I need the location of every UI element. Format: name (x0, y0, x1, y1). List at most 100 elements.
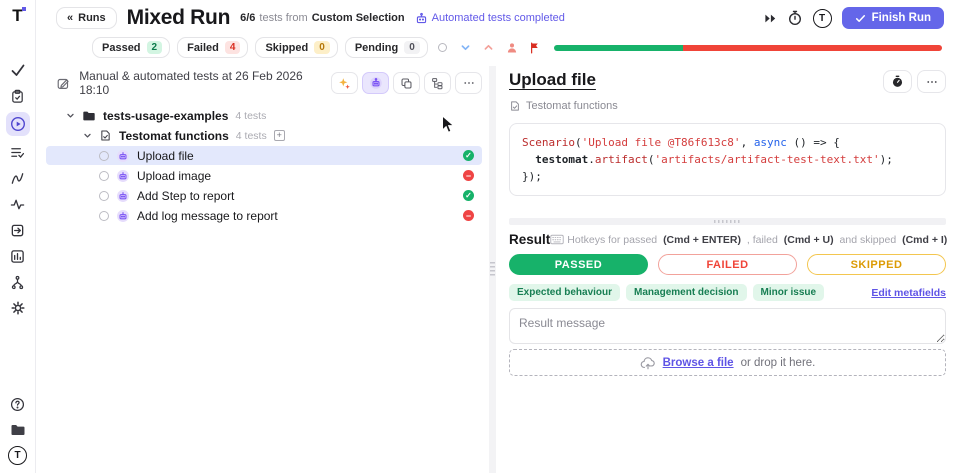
tree-folder-row[interactable]: tests-usage-examples 4 tests (46, 106, 482, 125)
test-row[interactable]: Upload image (46, 166, 482, 185)
sort-down-toggle[interactable] (458, 42, 474, 53)
tree-view-button[interactable] (424, 72, 451, 94)
sidebar-item-analytics[interactable] (6, 246, 30, 266)
breadcrumb[interactable]: Testomat functions (509, 100, 946, 112)
mark-failed-button[interactable]: FAILED (658, 254, 797, 275)
main-area: «Runs Mixed Run 6/6tests fromCustom Sele… (36, 0, 960, 473)
detail-more-button[interactable] (917, 70, 946, 93)
robot-icon (116, 149, 130, 163)
radio-icon[interactable] (99, 211, 109, 221)
result-message-input[interactable] (509, 308, 946, 344)
browse-file-link[interactable]: Browse a file (663, 357, 734, 369)
status-failed-icon (463, 210, 474, 221)
list-check-icon (10, 145, 25, 160)
filter-circle-toggle[interactable] (435, 43, 451, 52)
timer-button[interactable] (787, 10, 803, 26)
help-icon (10, 397, 25, 412)
fast-forward-button[interactable] (764, 13, 777, 24)
tree-title: Manual & automated tests at 26 Feb 2026 … (79, 69, 322, 97)
radio-icon[interactable] (99, 171, 109, 181)
filter-pending[interactable]: Pending0 (345, 37, 428, 58)
user-avatar[interactable]: T (813, 9, 832, 28)
filter-passed[interactable]: Passed 2 (92, 37, 170, 58)
circle-icon (438, 43, 447, 52)
bar-chart-icon (10, 249, 25, 264)
double-chevron-left-icon: « (67, 12, 73, 24)
sidebar-item-runs[interactable] (6, 112, 30, 136)
sparkles-icon (338, 77, 351, 90)
folder-name: tests-usage-examples (103, 109, 228, 123)
radio-icon[interactable] (99, 151, 109, 161)
profile-avatar[interactable]: T (8, 446, 27, 465)
sidebar-item-projects[interactable] (6, 420, 30, 440)
sidebar-item-tasks[interactable] (6, 142, 30, 162)
testomat-logo-icon[interactable]: T (12, 7, 22, 24)
file-check-icon (509, 100, 521, 112)
finish-run-label: Finish Run (872, 12, 931, 24)
progress-failed (683, 45, 942, 51)
flag-filter-toggle[interactable] (527, 42, 543, 54)
sidebar-item-activity[interactable] (6, 194, 30, 214)
file-dropzone[interactable]: Browse a file or drop it here. (509, 349, 946, 376)
chevron-down-icon (83, 131, 92, 140)
mark-skipped-button[interactable]: SKIPPED (807, 254, 946, 275)
filter-bar: Passed 2 Failed4 Skipped0 Pending0 (36, 30, 960, 58)
expand-icon[interactable]: + (274, 130, 285, 141)
run-header: «Runs Mixed Run 6/6tests fromCustom Sele… (36, 0, 960, 30)
folder-icon (10, 422, 26, 438)
edit-metafields-link[interactable]: Edit metafields (871, 287, 946, 299)
test-row[interactable]: Add log message to report (46, 206, 482, 225)
tree-suite-row[interactable]: Testomat functions 4 tests + (46, 126, 482, 145)
sidebar-item-checks[interactable] (6, 60, 30, 80)
ellipsis-icon (926, 76, 938, 88)
test-row[interactable]: Add Step to report (46, 186, 482, 205)
filter-label: Passed (102, 42, 141, 54)
tag-minor-issue[interactable]: Minor issue (753, 284, 825, 301)
test-detail-panel: Upload file Testomat functions Scenario(… (497, 66, 960, 473)
sidebar-item-branches[interactable] (6, 272, 30, 292)
assignee-filter-toggle[interactable] (504, 42, 520, 54)
branch-icon (10, 275, 25, 290)
sidebar-item-settings[interactable] (6, 298, 30, 318)
automated-status-label: Automated tests completed (432, 12, 565, 24)
progress-passed (554, 45, 683, 51)
filter-failed[interactable]: Failed4 (177, 37, 248, 58)
tree-toolbar (331, 72, 482, 94)
signature-icon (10, 171, 25, 186)
back-label: Runs (78, 12, 106, 24)
tag-expected-behaviour[interactable]: Expected behaviour (509, 284, 620, 301)
sort-up-toggle[interactable] (481, 42, 497, 53)
edit-icon[interactable] (56, 76, 70, 91)
history-button[interactable] (883, 70, 912, 93)
automated-view-button[interactable] (362, 72, 389, 94)
test-title[interactable]: Upload file (509, 70, 596, 90)
chevron-up-icon (483, 42, 494, 53)
page-title: Mixed Run (127, 6, 230, 30)
test-row[interactable]: Upload file (46, 146, 482, 165)
breadcrumb-label: Testomat functions (526, 100, 618, 112)
copy-button[interactable] (393, 72, 420, 94)
result-heading: Result (509, 232, 550, 247)
result-resize-handle[interactable] (509, 218, 946, 225)
back-to-runs-button[interactable]: « Runs (56, 7, 117, 29)
finish-run-button[interactable]: Finish Run (842, 7, 944, 29)
ai-suggest-button[interactable] (331, 72, 358, 94)
mark-passed-button[interactable]: PASSED (509, 254, 648, 275)
automated-tests-link[interactable]: Automated tests completed (415, 12, 565, 25)
sidebar-item-help[interactable] (6, 394, 30, 414)
sidebar-item-signature[interactable] (6, 168, 30, 188)
sidebar-item-import[interactable] (6, 220, 30, 240)
radio-icon[interactable] (99, 191, 109, 201)
tag-management-decision[interactable]: Management decision (626, 284, 746, 301)
stopwatch-icon (787, 10, 803, 26)
filter-count: 2 (147, 41, 163, 54)
sidebar-item-board[interactable] (6, 86, 30, 106)
chevron-down-icon (66, 111, 75, 120)
panel-resize-handle[interactable] (489, 66, 496, 473)
user-icon (506, 42, 518, 54)
icon-rail: T T (0, 0, 36, 473)
tree-more-button[interactable] (455, 72, 482, 94)
code-snippet: Scenario('Upload file @T86f613c8', async… (509, 123, 946, 196)
test-name: Add log message to report (137, 209, 278, 223)
filter-skipped[interactable]: Skipped0 (255, 37, 337, 58)
